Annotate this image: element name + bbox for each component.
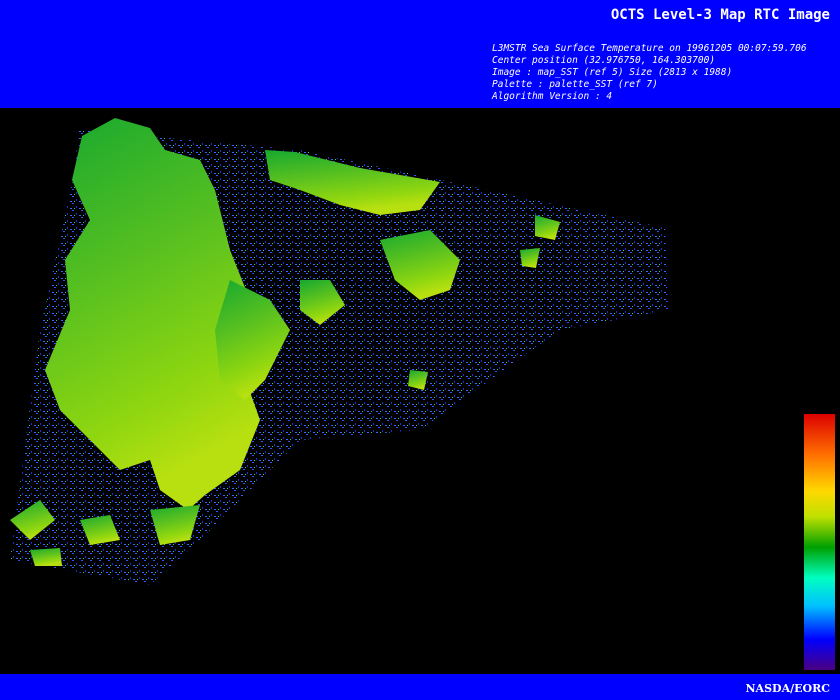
colorbar-swatch bbox=[804, 414, 835, 670]
image-title: OCTS Level-3 Map RTC Image bbox=[610, 7, 830, 23]
meta-line-palette: Palette : palette_SST (ref 7) bbox=[492, 79, 658, 90]
metadata-block: L3MSTR Sea Surface Temperature on 199612… bbox=[492, 43, 807, 103]
credit-label: NASDA/EORC bbox=[745, 682, 831, 695]
footer-band: NASDA/EORC bbox=[0, 674, 840, 700]
palette-colorbar bbox=[804, 414, 835, 670]
sst-map-image bbox=[10, 118, 668, 585]
header-band: OCTS Level-3 Map RTC Image L3MSTR Sea Su… bbox=[0, 0, 840, 108]
meta-line-algorithm: Algorithm Version : 4 bbox=[492, 91, 613, 102]
image-viewer: OCTS Level-3 Map RTC Image L3MSTR Sea Su… bbox=[0, 0, 840, 700]
meta-line-center: Center position (32.976750, 164.303700) bbox=[492, 55, 716, 66]
meta-line-image: Image : map_SST (ref 5) Size (2813 x 198… bbox=[492, 67, 733, 78]
meta-line-product: L3MSTR Sea Surface Temperature on 199612… bbox=[492, 43, 807, 54]
